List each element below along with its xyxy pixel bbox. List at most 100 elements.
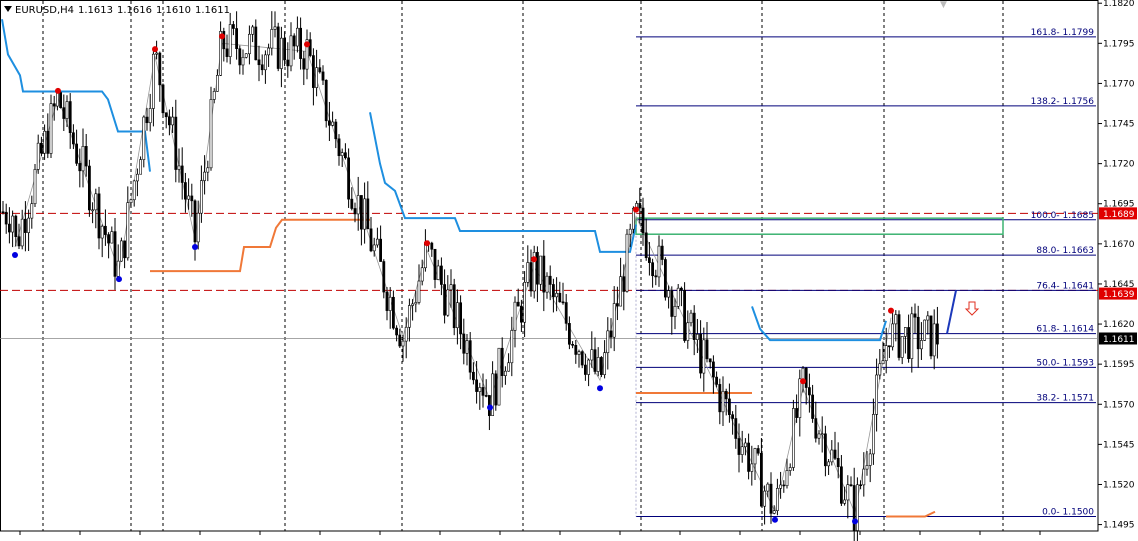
open-value: 1.1613 <box>78 5 114 16</box>
fib-level-label: 76.4- 1.1641 <box>1036 281 1094 291</box>
candle-body <box>382 261 386 293</box>
candle-body <box>97 193 101 239</box>
candle-body <box>807 387 811 396</box>
candle-body <box>363 198 367 230</box>
candle-body <box>257 59 261 66</box>
candle-body <box>414 302 418 305</box>
candle-body <box>375 238 379 246</box>
y-tick-label: 1.1820 <box>1103 0 1135 9</box>
candle-body <box>644 232 648 259</box>
candle-body <box>88 165 91 211</box>
candle-body <box>65 101 69 119</box>
candle-body <box>923 319 927 341</box>
candle-body <box>120 240 123 262</box>
candle-body <box>567 323 571 345</box>
candle-body <box>33 169 37 205</box>
candle-body <box>574 345 578 355</box>
candle-body <box>900 336 904 358</box>
candle-body <box>43 130 47 154</box>
candle-body <box>903 327 907 337</box>
candle-body <box>833 449 837 459</box>
candle-body <box>798 378 802 418</box>
candle-body <box>193 200 197 243</box>
zigzag-high-dot <box>800 378 806 385</box>
candle-body <box>555 292 559 298</box>
candle-body <box>455 302 459 329</box>
candle-body <box>145 116 149 124</box>
candle-body <box>443 284 447 316</box>
chart-area[interactable]: 1.1820 1.1795 1.1770 1.1745 1.1720 1.1695 1.16… <box>0 0 1138 541</box>
candle-body <box>225 48 229 57</box>
candle-body <box>747 442 751 472</box>
zigzag-high-dot <box>219 33 225 40</box>
candle-body <box>660 245 664 260</box>
y-tick-label: 1.1520 <box>1103 480 1135 490</box>
candle-body <box>248 33 251 55</box>
candle-body <box>919 340 923 350</box>
candle-body <box>804 367 808 388</box>
candle-body <box>142 116 146 160</box>
price-label-text: 1.1639 <box>1103 290 1135 300</box>
y-tick-label: 1.1570 <box>1103 400 1135 410</box>
zigzag-high-dot <box>304 41 310 48</box>
candle-body <box>340 152 344 157</box>
candle-body <box>628 228 632 235</box>
candle-body <box>203 171 207 181</box>
candle-body <box>791 408 795 468</box>
candle-body <box>820 433 824 436</box>
candle-body <box>916 316 920 350</box>
candle-body <box>769 483 773 514</box>
candle-body <box>39 142 43 154</box>
candle-body <box>100 225 104 239</box>
zigzag-low-dot <box>12 252 18 259</box>
high-value: 1.1616 <box>117 5 153 16</box>
candle-body <box>571 344 575 346</box>
candle-body <box>270 29 274 49</box>
candle-body <box>331 121 335 126</box>
green-zone-box <box>635 217 1004 235</box>
candle-body <box>862 468 866 486</box>
candle-body <box>868 453 872 466</box>
candle-body <box>209 99 213 169</box>
candle-body <box>372 244 376 252</box>
candle-body <box>615 303 619 307</box>
candle-body <box>513 301 517 331</box>
y-tick-label: 1.1720 <box>1103 160 1135 170</box>
candle-body <box>503 370 507 376</box>
candle-body <box>542 255 546 293</box>
candle-body <box>641 207 645 234</box>
candle-body <box>523 282 527 323</box>
projection-line <box>946 290 957 334</box>
candle-body <box>801 367 805 380</box>
candle-body <box>59 92 63 108</box>
candle-body <box>673 305 677 317</box>
candle-body <box>711 361 715 378</box>
candle-body <box>52 103 56 107</box>
candle-body <box>350 198 354 209</box>
candle-body <box>750 463 754 472</box>
candle-body <box>411 303 415 306</box>
candle-body <box>347 157 351 200</box>
zigzag-high-dot <box>633 206 639 213</box>
price-chart[interactable]: 1.18201.17951.17701.17451.17201.16951.16… <box>0 0 1138 541</box>
candle-body <box>385 291 389 311</box>
candle-body <box>548 275 552 285</box>
candle-body <box>324 79 328 122</box>
candle-body <box>244 53 248 58</box>
candle-body <box>734 418 738 439</box>
candle-body <box>481 387 485 396</box>
candle-body <box>452 284 456 329</box>
candle-body <box>238 48 242 66</box>
candle-body <box>107 234 111 244</box>
candle-body <box>667 290 671 298</box>
candle-body <box>785 470 789 486</box>
candle-body <box>84 146 88 167</box>
candle-body <box>737 438 741 455</box>
candle-body <box>155 52 159 55</box>
dropdown-triangle-icon[interactable] <box>4 6 12 12</box>
candle-body <box>433 248 437 280</box>
candle-body <box>519 305 523 323</box>
candle-body <box>692 312 696 340</box>
candle-body <box>695 333 699 340</box>
candle-body <box>551 284 555 298</box>
